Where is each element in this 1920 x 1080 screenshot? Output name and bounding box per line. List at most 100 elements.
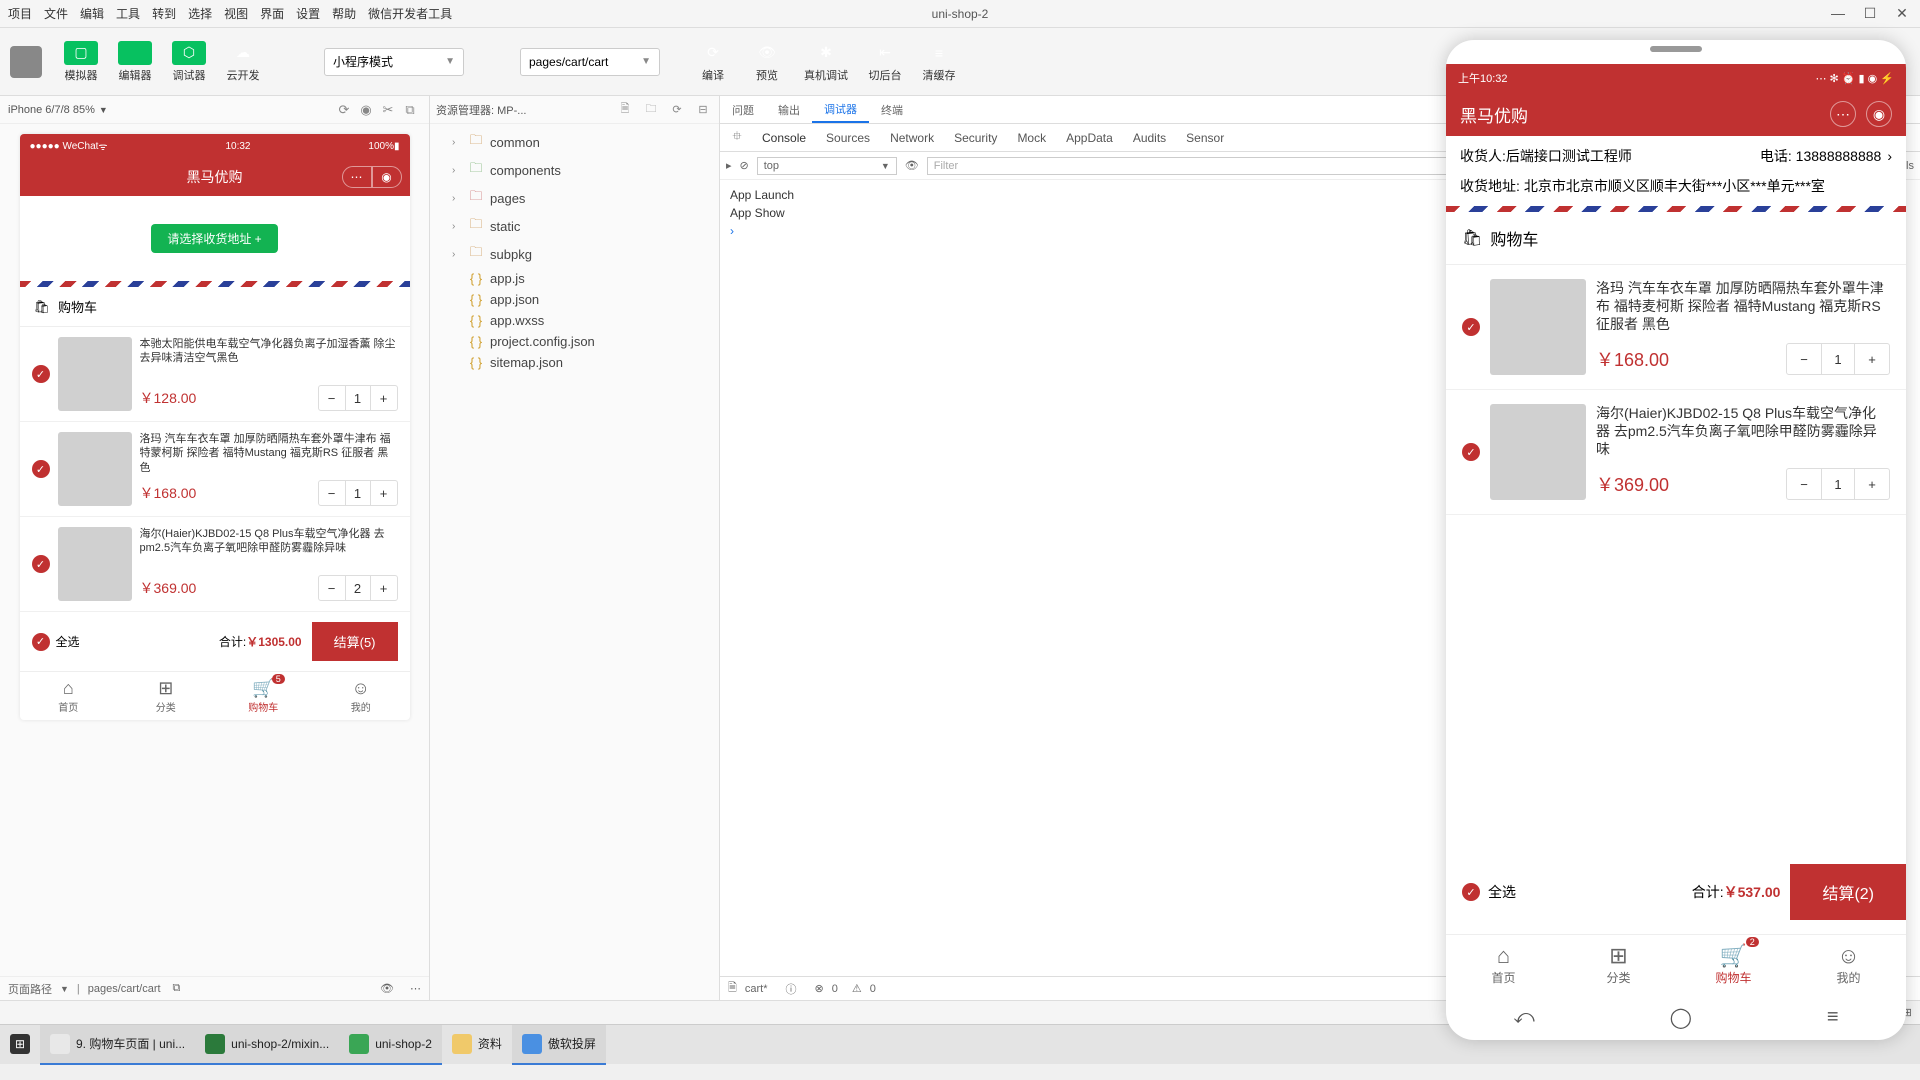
qty-minus-button[interactable]: − (319, 481, 345, 505)
select-all-checkbox[interactable]: ✓ (32, 633, 50, 651)
tab-分类[interactable]: ⊞分类 (1561, 935, 1676, 994)
tree-item[interactable]: { }app.wxss (430, 310, 719, 331)
devtools-tab[interactable]: Mock (1007, 131, 1056, 145)
preview-button[interactable]: 👁预览 (742, 37, 792, 87)
menu-item[interactable]: 编辑 (80, 5, 104, 22)
debugger-button[interactable]: ⬡调试器 (164, 37, 214, 87)
capsule-close-button[interactable]: ◉ (1866, 101, 1892, 127)
start-button[interactable]: ⊞ (0, 1025, 40, 1065)
qty-plus-button[interactable]: + (1855, 469, 1889, 499)
qty-plus-button[interactable]: + (1855, 344, 1889, 374)
capsule-menu-button[interactable]: ⋯ (1830, 101, 1856, 127)
devtools-outer-tab[interactable]: 调试器 (812, 96, 869, 123)
eye-icon[interactable]: 👁 (380, 982, 394, 995)
product-image[interactable] (1490, 279, 1586, 375)
tab-我的[interactable]: ☺我的 (1791, 935, 1906, 994)
menu-item[interactable]: 界面 (260, 5, 284, 22)
tree-item[interactable]: { }app.js (430, 268, 719, 289)
qty-minus-button[interactable]: − (1787, 344, 1821, 374)
devtools-tab[interactable]: Sensor (1176, 131, 1234, 145)
chevron-right-icon[interactable]: › (1887, 148, 1892, 164)
clearcache-button[interactable]: ≡清缓存 (914, 37, 964, 87)
devtools-tab[interactable]: Sources (816, 131, 880, 145)
devtools-tab[interactable]: Console (752, 131, 816, 145)
checkout-button[interactable]: 结算(5) (312, 622, 398, 661)
android-back-button[interactable]: ⤺ (1513, 1006, 1534, 1029)
page-select[interactable]: pages/cart/cart ▼ (520, 48, 660, 76)
editor-tab-name[interactable]: cart* (745, 983, 768, 995)
devtools-tab[interactable]: Network (880, 131, 944, 145)
mode-select[interactable]: 小程序模式 ▼ (324, 48, 464, 76)
taskbar-item[interactable]: uni-shop-2/mixin... (195, 1025, 339, 1065)
android-recent-button[interactable]: ≡ (1827, 1006, 1839, 1029)
item-checkbox[interactable]: ✓ (32, 365, 50, 383)
new-file-icon[interactable]: 🗎 (615, 100, 635, 119)
collapse-icon[interactable]: ⊟ (693, 103, 713, 116)
tab-首页[interactable]: ⌂首页 (1446, 935, 1561, 994)
devtools-tab[interactable]: AppData (1056, 131, 1123, 145)
new-folder-icon[interactable]: 🗀 (641, 100, 661, 119)
product-image[interactable] (1490, 404, 1586, 500)
close-button[interactable]: ✕ (1892, 5, 1912, 22)
qty-plus-button[interactable]: + (371, 386, 397, 410)
more-icon[interactable]: ⋯ (410, 982, 421, 995)
context-select[interactable]: top ▼ (757, 157, 897, 175)
tab-我的[interactable]: ☺我的 (312, 672, 410, 720)
menu-item[interactable]: 视图 (224, 5, 248, 22)
menu-item[interactable]: 转到 (152, 5, 176, 22)
run-icon[interactable]: ▸ (726, 159, 732, 172)
item-checkbox[interactable]: ✓ (1462, 443, 1480, 461)
inspect-icon[interactable]: ⯐ (726, 127, 748, 148)
product-image[interactable] (58, 432, 132, 506)
mute-icon[interactable]: ◉ (355, 102, 377, 118)
tree-item[interactable]: { }project.config.json (430, 331, 719, 352)
editor-button[interactable]: 编辑器 (110, 37, 160, 87)
taskbar-item[interactable]: 9. 购物车页面 | uni... (40, 1025, 195, 1065)
background-button[interactable]: ⇤切后台 (860, 37, 910, 87)
minimize-button[interactable]: — (1828, 5, 1848, 22)
qty-plus-button[interactable]: + (371, 576, 397, 600)
tree-item[interactable]: ›🗀pages (430, 184, 719, 212)
choose-address-button[interactable]: 请选择收货地址 + (151, 224, 277, 253)
qty-minus-button[interactable]: − (319, 386, 345, 410)
compile-button[interactable]: ⟳编译 (688, 37, 738, 87)
capsule-menu-button[interactable]: ⋯ (342, 166, 372, 188)
tree-item[interactable]: { }app.json (430, 289, 719, 310)
product-image[interactable] (58, 527, 132, 601)
qty-minus-button[interactable]: − (319, 576, 345, 600)
eye-icon[interactable]: 👁 (905, 159, 919, 172)
tree-item[interactable]: ›🗀static (430, 212, 719, 240)
item-checkbox[interactable]: ✓ (32, 555, 50, 573)
menu-item[interactable]: 帮助 (332, 5, 356, 22)
menu-item[interactable]: 工具 (116, 5, 140, 22)
tree-item[interactable]: ›🗀components (430, 156, 719, 184)
tab-购物车[interactable]: 🛒购物车2 (1676, 935, 1791, 994)
realdebug-button[interactable]: ✱真机调试 (796, 37, 856, 87)
clouddev-button[interactable]: ☁云开发 (218, 37, 268, 87)
tree-item[interactable]: { }sitemap.json (430, 352, 719, 373)
rotate-icon[interactable]: ⟳ (333, 102, 355, 118)
qty-minus-button[interactable]: − (1787, 469, 1821, 499)
tree-item[interactable]: ›🗀subpkg (430, 240, 719, 268)
simulator-button[interactable]: ▢模拟器 (56, 37, 106, 87)
taskbar-item[interactable]: uni-shop-2 (339, 1025, 442, 1065)
android-home-button[interactable]: ◯ (1670, 1005, 1692, 1030)
maximize-button[interactable]: ☐ (1860, 5, 1880, 22)
devtools-outer-tab[interactable]: 输出 (766, 96, 812, 123)
checkout-button[interactable]: 结算(2) (1790, 864, 1906, 920)
menu-item[interactable]: 设置 (296, 5, 320, 22)
device-label[interactable]: iPhone 6/7/8 85% (8, 104, 95, 116)
devtools-outer-tab[interactable]: 终端 (869, 96, 915, 123)
copy-icon[interactable]: ⧉ (173, 982, 181, 995)
select-all-checkbox[interactable]: ✓ (1462, 883, 1480, 901)
capsule-close-button[interactable]: ◉ (372, 166, 402, 188)
qty-plus-button[interactable]: + (371, 481, 397, 505)
tab-分类[interactable]: ⊞分类 (117, 672, 215, 720)
item-checkbox[interactable]: ✓ (32, 460, 50, 478)
tab-首页[interactable]: ⌂首页 (20, 672, 118, 720)
refresh-icon[interactable]: ⟳ (667, 103, 687, 116)
menu-item[interactable]: 项目 (8, 5, 32, 22)
taskbar-item[interactable]: 傲软投屏 (512, 1025, 606, 1065)
menu-item[interactable]: 文件 (44, 5, 68, 22)
devtools-tab[interactable]: Audits (1123, 131, 1176, 145)
